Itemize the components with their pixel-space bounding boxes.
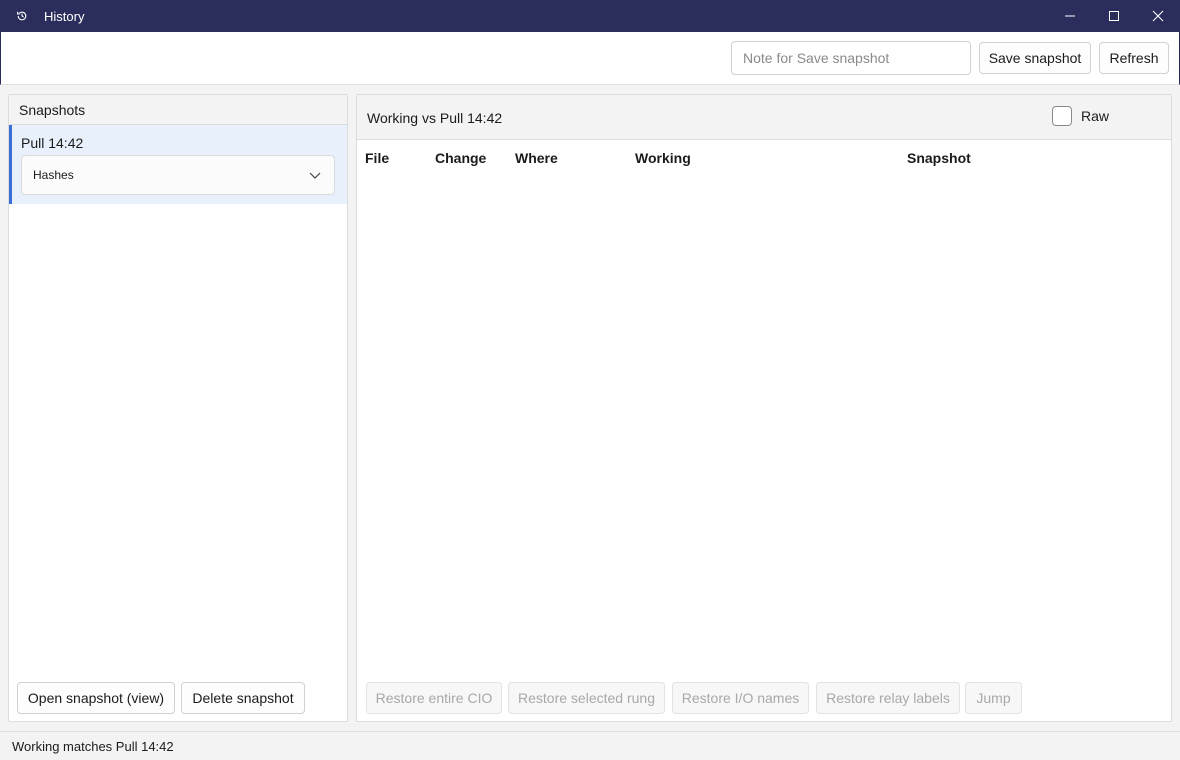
column-snapshot[interactable]: Snapshot [907, 150, 971, 166]
column-file[interactable]: File [365, 150, 389, 166]
column-working[interactable]: Working [635, 150, 691, 166]
maximize-button[interactable] [1092, 0, 1136, 32]
toolbar: Save snapshot Refresh [0, 32, 1180, 85]
column-where[interactable]: Where [515, 150, 558, 166]
diff-panel: Working vs Pull 14:42 Raw File Change Wh… [356, 94, 1172, 722]
refresh-button[interactable]: Refresh [1099, 42, 1169, 74]
status-text: Working matches Pull 14:42 [12, 738, 174, 754]
diff-title: Working vs Pull 14:42 [367, 110, 503, 126]
snapshots-header: Snapshots [9, 95, 347, 125]
open-snapshot-button[interactable]: Open snapshot (view) [17, 682, 175, 714]
close-icon [1152, 10, 1164, 22]
restore-io-names-button[interactable]: Restore I/O names [672, 682, 809, 714]
snapshot-detail-dropdown[interactable]: Hashes [21, 155, 335, 195]
save-snapshot-button[interactable]: Save snapshot [979, 42, 1091, 74]
raw-toggle[interactable]: Raw [1052, 106, 1109, 126]
restore-selected-rung-button[interactable]: Restore selected rung [508, 682, 665, 714]
minimize-button[interactable] [1048, 0, 1092, 32]
chevron-down-icon [309, 172, 321, 179]
snapshots-panel: Snapshots Pull 14:42 Hashes Open snapsho… [8, 94, 348, 722]
raw-checkbox[interactable] [1052, 106, 1072, 126]
column-change[interactable]: Change [435, 150, 486, 166]
snapshot-list-item[interactable]: Pull 14:42 Hashes [9, 125, 347, 204]
jump-button[interactable]: Jump [965, 682, 1022, 714]
maximize-icon [1109, 11, 1119, 21]
delete-snapshot-button[interactable]: Delete snapshot [181, 682, 305, 714]
close-button[interactable] [1136, 0, 1180, 32]
snapshot-note-input[interactable] [731, 41, 971, 75]
dropdown-value: Hashes [33, 168, 74, 182]
title-bar: History [0, 0, 1180, 32]
window-title: History [44, 8, 85, 24]
snapshot-name: Pull 14:42 [21, 135, 84, 151]
history-icon [0, 0, 44, 32]
status-bar: Working matches Pull 14:42 [0, 731, 1180, 760]
restore-relay-labels-button[interactable]: Restore relay labels [816, 682, 960, 714]
restore-entire-cio-button[interactable]: Restore entire CIO [366, 682, 502, 714]
minimize-icon [1065, 15, 1075, 17]
raw-label: Raw [1081, 108, 1110, 124]
diff-header: Working vs Pull 14:42 Raw [357, 95, 1171, 140]
